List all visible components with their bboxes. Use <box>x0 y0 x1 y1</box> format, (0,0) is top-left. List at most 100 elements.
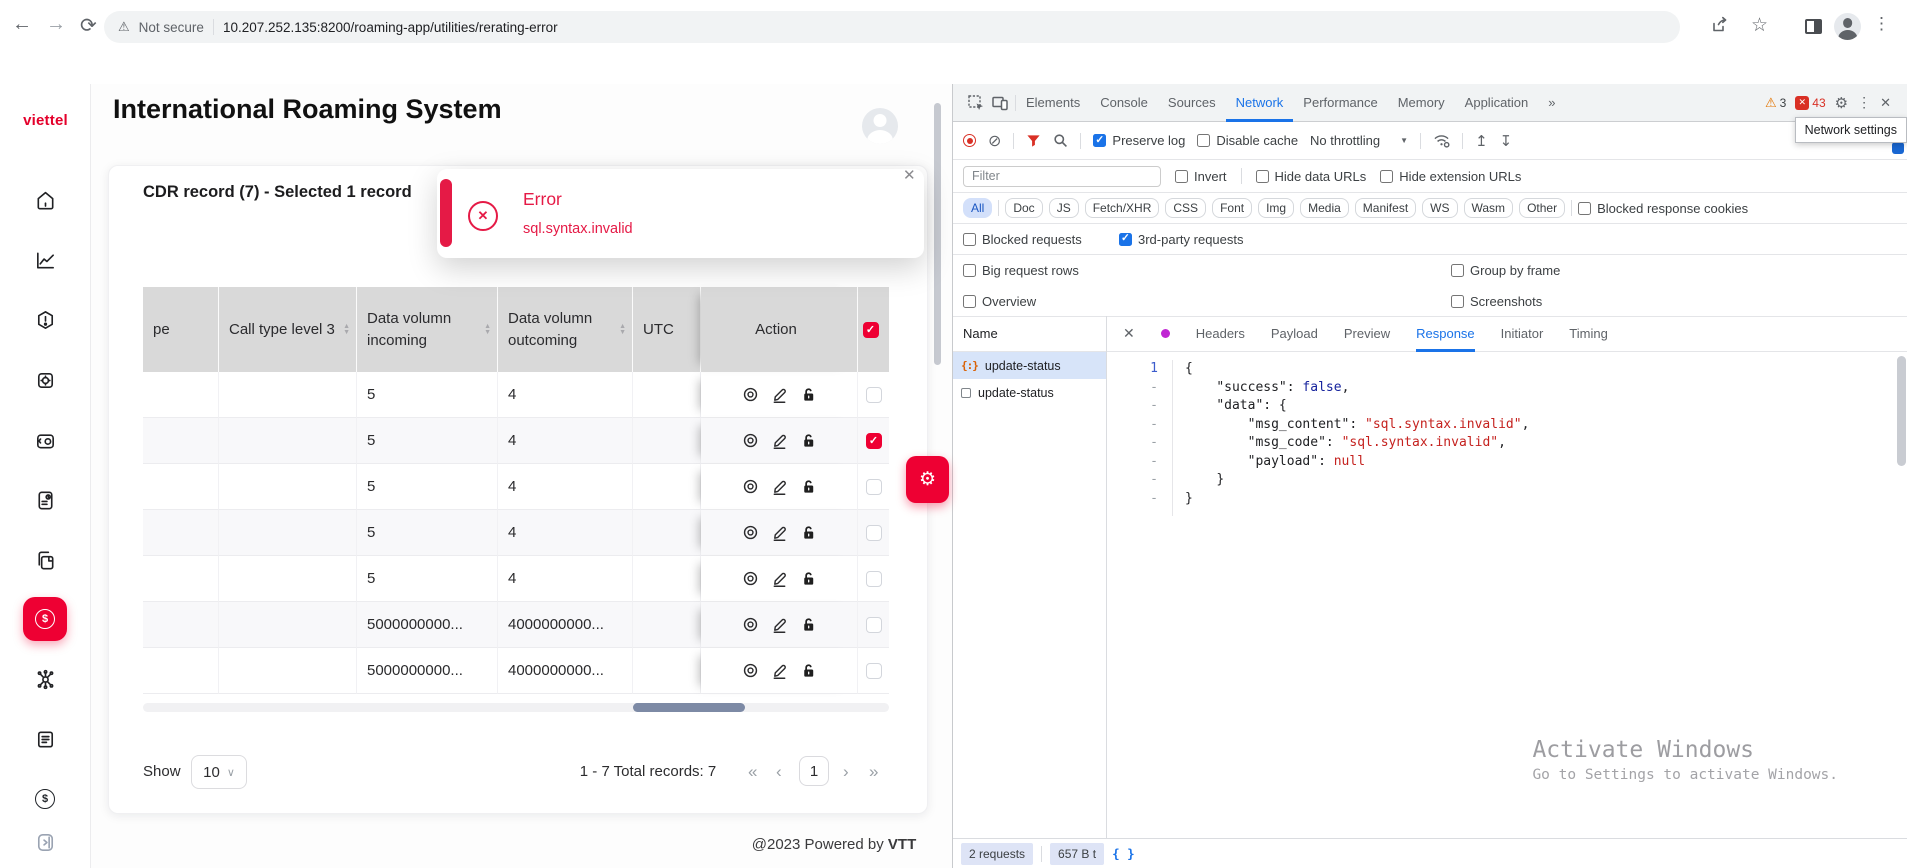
forward-icon[interactable]: → <box>46 13 66 36</box>
errors-badge[interactable]: ✕43 <box>1795 96 1825 110</box>
network-conditions-icon[interactable] <box>1433 133 1450 148</box>
row-checkbox[interactable] <box>866 525 882 541</box>
filter-chip-doc[interactable]: Doc <box>1005 198 1042 218</box>
filter-input[interactable] <box>963 166 1161 187</box>
row-checkbox[interactable]: ✓ <box>866 433 882 449</box>
current-page-button[interactable]: 1 <box>799 756 829 786</box>
requests-count[interactable]: 2 requests <box>961 843 1033 865</box>
big-request-rows-checkbox[interactable]: Big request rows <box>963 263 1079 278</box>
sidebar-item-documents[interactable] <box>28 543 62 577</box>
back-icon[interactable]: ← <box>12 13 32 36</box>
view-icon[interactable] <box>742 478 759 495</box>
warnings-badge[interactable]: ⚠3 <box>1765 95 1786 111</box>
column-header[interactable]: Data volumn outcoming▲▼ <box>498 287 633 372</box>
view-icon[interactable] <box>742 524 759 541</box>
detail-tab-initiator[interactable]: Initiator <box>1501 316 1544 352</box>
side-panel-icon[interactable] <box>1805 19 1822 34</box>
edit-icon[interactable] <box>771 478 788 495</box>
table-hscrollbar[interactable] <box>143 703 889 712</box>
inspect-element-icon[interactable] <box>967 94 985 112</box>
request-row[interactable]: update-status <box>953 379 1106 406</box>
close-detail-icon[interactable]: ✕ <box>1123 325 1135 342</box>
record-network-log-icon[interactable] <box>963 134 976 147</box>
sidebar-item-analytics[interactable] <box>28 243 62 277</box>
column-header[interactable]: Action <box>701 287 858 372</box>
preserve-log-checkbox[interactable]: Preserve log <box>1093 133 1185 148</box>
sidebar-item-billing[interactable]: $ <box>23 597 67 641</box>
export-har-icon[interactable]: ↧ <box>1500 132 1513 150</box>
browser-profile-avatar[interactable] <box>1834 13 1861 40</box>
devtools-tab-console[interactable]: Console <box>1090 84 1158 122</box>
devtools-tab-elements[interactable]: Elements <box>1016 84 1090 122</box>
prev-page-button[interactable]: ‹ <box>776 762 782 782</box>
filter-chip-ws[interactable]: WS <box>1422 198 1457 218</box>
row-checkbox[interactable] <box>866 479 882 495</box>
filter-chip-media[interactable]: Media <box>1300 198 1349 218</box>
hscrollbar-thumb[interactable] <box>633 703 745 712</box>
filter-chip-all[interactable]: All <box>963 198 992 218</box>
sort-icon[interactable]: ▲▼ <box>619 324 626 336</box>
sidebar-item-finance[interactable]: $ <box>28 782 62 816</box>
invert-checkbox[interactable]: Invert <box>1175 169 1227 184</box>
hide-data-urls-checkbox[interactable]: Hide data URLs <box>1256 169 1367 184</box>
lock-icon[interactable] <box>800 524 817 541</box>
throttling-select[interactable]: No throttling▼ <box>1310 133 1408 148</box>
response-scrollbar[interactable] <box>1897 356 1906 466</box>
browser-menu-icon[interactable]: ⋮ <box>1873 14 1890 34</box>
more-tabs-button[interactable]: » <box>1538 84 1565 122</box>
page-scrollbar[interactable] <box>934 103 941 365</box>
column-header[interactable]: pe <box>143 287 219 372</box>
devtools-tab-performance[interactable]: Performance <box>1293 84 1387 122</box>
devtools-settings-gear-icon[interactable]: ⚙ <box>1835 94 1848 112</box>
name-column-header[interactable]: Name <box>953 316 1106 352</box>
page-size-select[interactable]: 10 ∨ <box>191 755 247 789</box>
filter-chip-img[interactable]: Img <box>1258 198 1294 218</box>
bookmark-star-icon[interactable]: ☆ <box>1751 14 1768 37</box>
blocked-response-cookies-checkbox[interactable]: Blocked response cookies <box>1578 201 1748 216</box>
view-icon[interactable] <box>742 386 759 403</box>
view-icon[interactable] <box>742 616 759 633</box>
view-icon[interactable] <box>742 570 759 587</box>
detail-tab-response[interactable]: Response <box>1416 316 1475 352</box>
third-party-requests-checkbox[interactable]: 3rd-party requests <box>1119 232 1244 247</box>
lock-icon[interactable] <box>800 570 817 587</box>
devtools-menu-icon[interactable]: ⋮ <box>1857 94 1871 111</box>
reload-icon[interactable]: ⟳ <box>80 13 97 38</box>
sort-icon[interactable]: ▲▼ <box>343 324 350 336</box>
edit-icon[interactable] <box>771 616 788 633</box>
row-checkbox[interactable] <box>866 663 882 679</box>
edit-icon[interactable] <box>771 524 788 541</box>
sort-icon[interactable]: ▲▼ <box>484 324 491 336</box>
next-page-button[interactable]: › <box>843 762 849 782</box>
lock-icon[interactable] <box>800 432 817 449</box>
sidebar-item-home[interactable] <box>28 183 62 217</box>
filter-chip-wasm[interactable]: Wasm <box>1464 198 1514 218</box>
sidebar-item-system-config[interactable] <box>28 363 62 397</box>
devtools-tab-sources[interactable]: Sources <box>1158 84 1226 122</box>
row-checkbox[interactable] <box>866 617 882 633</box>
disable-cache-checkbox[interactable]: Disable cache <box>1197 133 1298 148</box>
sidebar-item-workflow[interactable] <box>28 662 62 696</box>
filter-chip-fetchxhr[interactable]: Fetch/XHR <box>1085 198 1160 218</box>
select-all-checkbox[interactable]: ✓ <box>863 322 879 338</box>
settings-fab[interactable]: ⚙ <box>906 456 949 503</box>
devtools-tab-network[interactable]: Network <box>1226 84 1294 122</box>
edit-icon[interactable] <box>771 386 788 403</box>
column-header[interactable]: Call type level 3▲▼ <box>219 287 357 372</box>
lock-icon[interactable] <box>800 478 817 495</box>
request-row[interactable]: {:}update-status <box>953 352 1106 379</box>
devtools-tab-memory[interactable]: Memory <box>1388 84 1455 122</box>
lock-icon[interactable] <box>800 616 817 633</box>
device-toolbar-icon[interactable] <box>991 94 1009 112</box>
detail-tab-preview[interactable]: Preview <box>1344 316 1390 352</box>
edit-icon[interactable] <box>771 570 788 587</box>
hide-extension-urls-checkbox[interactable]: Hide extension URLs <box>1380 169 1521 184</box>
pretty-print-icon[interactable]: { } <box>1112 846 1135 861</box>
overview-checkbox[interactable]: Overview <box>963 294 1036 309</box>
blocked-requests-checkbox[interactable]: Blocked requests <box>963 232 1082 247</box>
filter-chip-js[interactable]: JS <box>1049 198 1079 218</box>
share-icon[interactable] <box>1709 14 1729 39</box>
filter-chip-css[interactable]: CSS <box>1165 198 1206 218</box>
view-icon[interactable] <box>742 432 759 449</box>
first-page-button[interactable]: « <box>748 762 757 782</box>
